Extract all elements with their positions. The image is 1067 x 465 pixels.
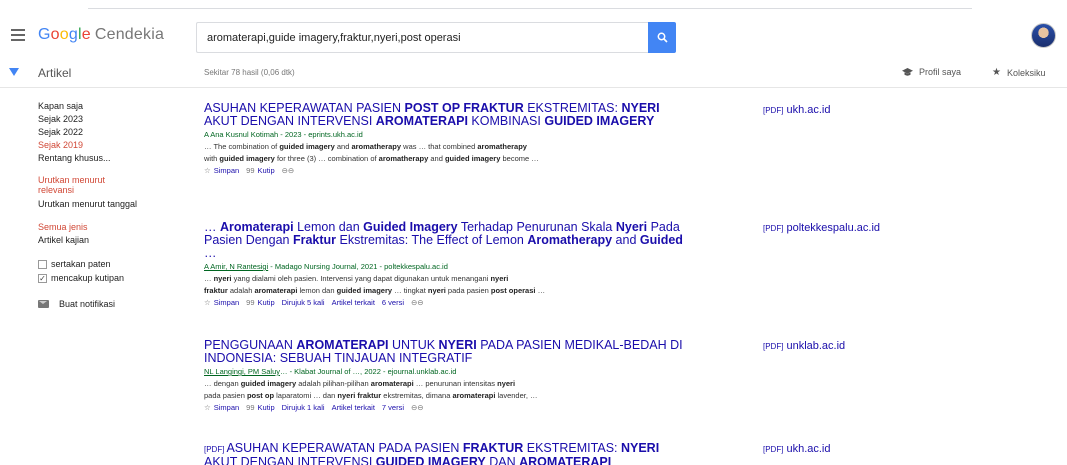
result-item: [PDF] ASUHAN KEPERAWATAN PADA PASIEN FRAK… [204,442,694,465]
result-snippet: … dengan guided imagery adalah pilihan-p… [204,379,538,400]
top-divider [88,8,972,9]
result-item: … Aromaterapi Lemon dan Guided Imagery T… [204,221,694,308]
search-input[interactable] [197,23,648,52]
result-item: PENGGUNAAN AROMATERAPI UNTUK NYERI PADA … [204,339,694,413]
include-patents-row[interactable]: sertakan paten [38,257,188,271]
citations-checkbox[interactable]: ✓ [38,273,47,283]
patents-checkbox[interactable] [38,259,47,269]
sort-relevance[interactable]: Urutkan menurut relevansi [38,175,118,197]
versions-link[interactable]: 6 versi [382,298,404,307]
filter-custom-range[interactable]: Rentang khusus... [38,152,188,164]
pdf-link[interactable]: [PDF] unklab.ac.id [763,340,845,352]
include-citations-row[interactable]: ✓ mencakup kutipan [38,271,188,285]
subheader: Artikel Sekitar 78 hasil (0,06 dtk) Prof… [0,58,1067,88]
search-button[interactable] [648,22,676,53]
avatar[interactable] [1031,23,1056,48]
star-outline-icon: ☆ [204,403,211,412]
pdf-link[interactable]: [PDF] ukh.ac.id [763,443,830,455]
create-alert[interactable]: Buat notifikasi [38,299,188,309]
section-marker-icon [9,68,19,76]
result-actions: ☆ Simpan 99 Kutip ⊖⊖ [204,166,694,175]
result-snippet: … The combination of guided imagery and … [204,142,539,163]
cite-link[interactable]: 99 Kutip [246,298,274,307]
pdf-link[interactable]: [PDF] poltekkespalu.ac.id [763,222,880,234]
result-actions: ☆ Simpan 99 Kutip Dirujuk 5 kali Artikel t… [204,298,694,307]
versions-link[interactable]: 7 versi [382,403,404,412]
filter-any-time[interactable]: Kapan saja [38,100,188,112]
result-authors: A Amir, N Rantesigi - Madago Nursing Jou… [204,262,448,271]
result-item: ASUHAN KEPERAWATAN PASIEN POST OP FRAKTU… [204,102,694,176]
envelope-icon [38,300,49,308]
type-review[interactable]: Artikel kajian [38,234,188,246]
result-snippet: … nyeri yang dialami oleh pasien. Interv… [204,274,546,295]
cited-by-link[interactable]: Dirujuk 1 kali [282,403,325,412]
quote-icon: 99 [246,298,255,307]
menu-icon[interactable] [11,29,25,41]
result-title[interactable]: … Aromaterapi Lemon dan Guided Imagery T… [204,221,694,260]
search-box [196,22,648,53]
sidebar: Kapan saja Sejak 2023 Sejak 2022 Sejak 2… [38,100,188,309]
section-label[interactable]: Artikel [38,66,71,80]
save-link[interactable]: ☆ Simpan [204,166,239,175]
cite-link[interactable]: 99 Kutip [246,403,274,412]
library-link[interactable]: ★ Koleksiku [992,67,1046,78]
result-authors: A Ana Kusnul Kotimah - 2023 - eprints.uk… [204,130,363,139]
pdf-link[interactable]: [PDF] ukh.ac.id [763,104,830,116]
related-link[interactable]: Artikel terkait [332,403,375,412]
quote-icon: 99 [246,166,255,175]
logo[interactable]: Google Cendekia [38,26,164,44]
cited-by-link[interactable]: Dirujuk 5 kali [282,298,325,307]
result-title[interactable]: PENGGUNAAN AROMATERAPI UNTUK NYERI PADA … [204,339,694,365]
result-authors: NL Langingi, PM Saluy… - Klabat Journal … [204,367,457,376]
more-link[interactable]: ⊖⊖ [282,166,295,175]
graduation-cap-icon [902,67,913,76]
more-link[interactable]: ⊖⊖ [411,298,424,307]
save-link[interactable]: ☆ Simpan [204,298,239,307]
result-title[interactable]: [PDF] ASUHAN KEPERAWATAN PADA PASIEN FRAK… [204,442,694,465]
sort-date[interactable]: Urutkan menurut tanggal [38,198,188,210]
star-icon: ★ [992,67,1001,78]
filter-since-2023[interactable]: Sejak 2023 [38,113,188,125]
cite-link[interactable]: 99 Kutip [246,166,274,175]
star-outline-icon: ☆ [204,298,211,307]
result-count: Sekitar 78 hasil (0,06 dtk) [204,68,295,77]
filter-since-2022[interactable]: Sejak 2022 [38,126,188,138]
result-actions: ☆ Simpan 99 Kutip Dirujuk 1 kali Artikel t… [204,403,694,412]
type-all[interactable]: Semua jenis [38,221,188,233]
header: Google Cendekia [0,18,1067,58]
quote-icon: 99 [246,403,255,412]
save-link[interactable]: ☆ Simpan [204,403,239,412]
related-link[interactable]: Artikel terkait [332,298,375,307]
result-title[interactable]: ASUHAN KEPERAWATAN PASIEN POST OP FRAKTU… [204,102,694,128]
search-icon [657,32,668,43]
more-link[interactable]: ⊖⊖ [411,403,424,412]
filter-since-2019[interactable]: Sejak 2019 [38,139,188,151]
star-outline-icon: ☆ [204,166,211,175]
profile-link[interactable]: Profil saya [902,67,961,77]
